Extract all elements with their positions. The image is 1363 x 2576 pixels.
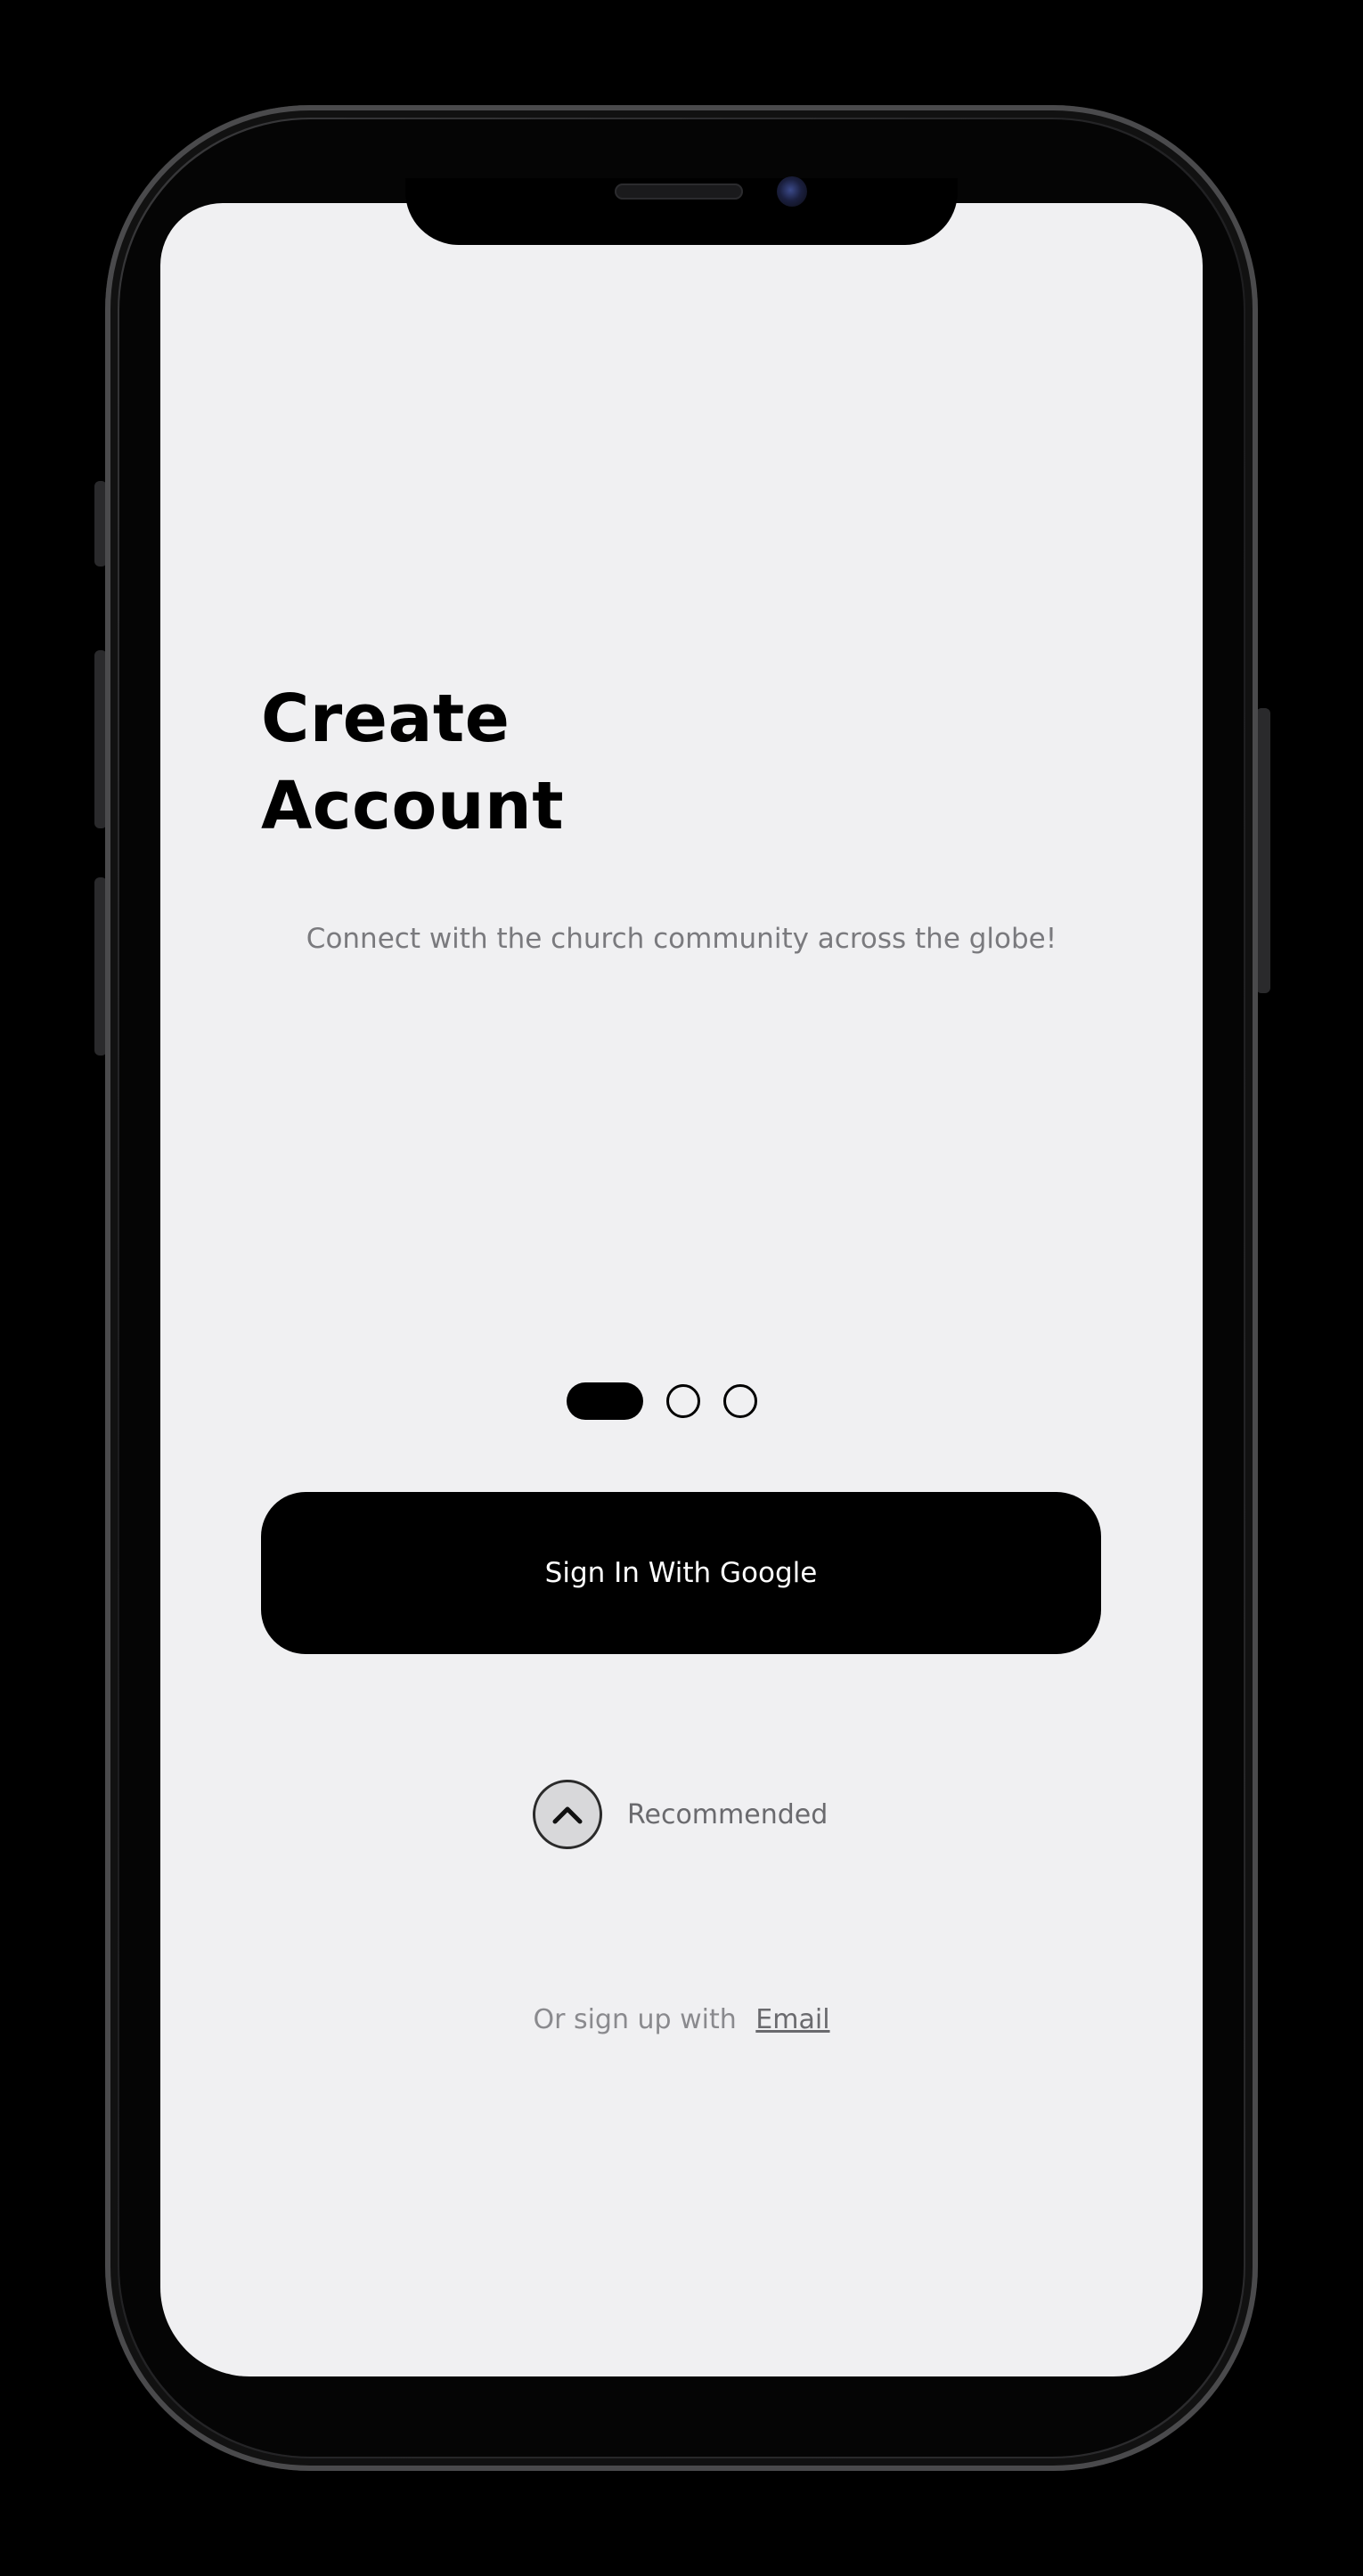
pager-dot-active[interactable]	[567, 1382, 643, 1420]
page-subtitle: Connect with the church community across…	[306, 923, 1057, 955]
signup-prefix: Or sign up with	[533, 2004, 737, 2035]
pager-dot[interactable]	[723, 1384, 757, 1418]
page-title: Create Account	[261, 681, 565, 844]
google-button-label: Sign In With Google	[544, 1557, 818, 1589]
signup-email-row: Or sign up with Email	[160, 2004, 1203, 2035]
device-mockup: Create Account Connect with the church c…	[0, 0, 1363, 2576]
front-camera	[777, 176, 807, 207]
power-button	[1256, 708, 1270, 993]
recommended-row: Recommended	[533, 1780, 828, 1849]
pager-dot[interactable]	[666, 1384, 700, 1418]
chevron-up-icon[interactable]	[533, 1780, 602, 1849]
earpiece-speaker	[615, 183, 743, 200]
onboarding-pager	[567, 1381, 757, 1422]
sign-in-with-google-button[interactable]: Sign In With Google	[261, 1492, 1101, 1654]
recommended-label: Recommended	[627, 1798, 828, 1830]
create-account-screen: Create Account Connect with the church c…	[160, 203, 1203, 2376]
chevron-up-glyph	[552, 1806, 583, 1824]
signup-email-link[interactable]: Email	[755, 2004, 829, 2035]
